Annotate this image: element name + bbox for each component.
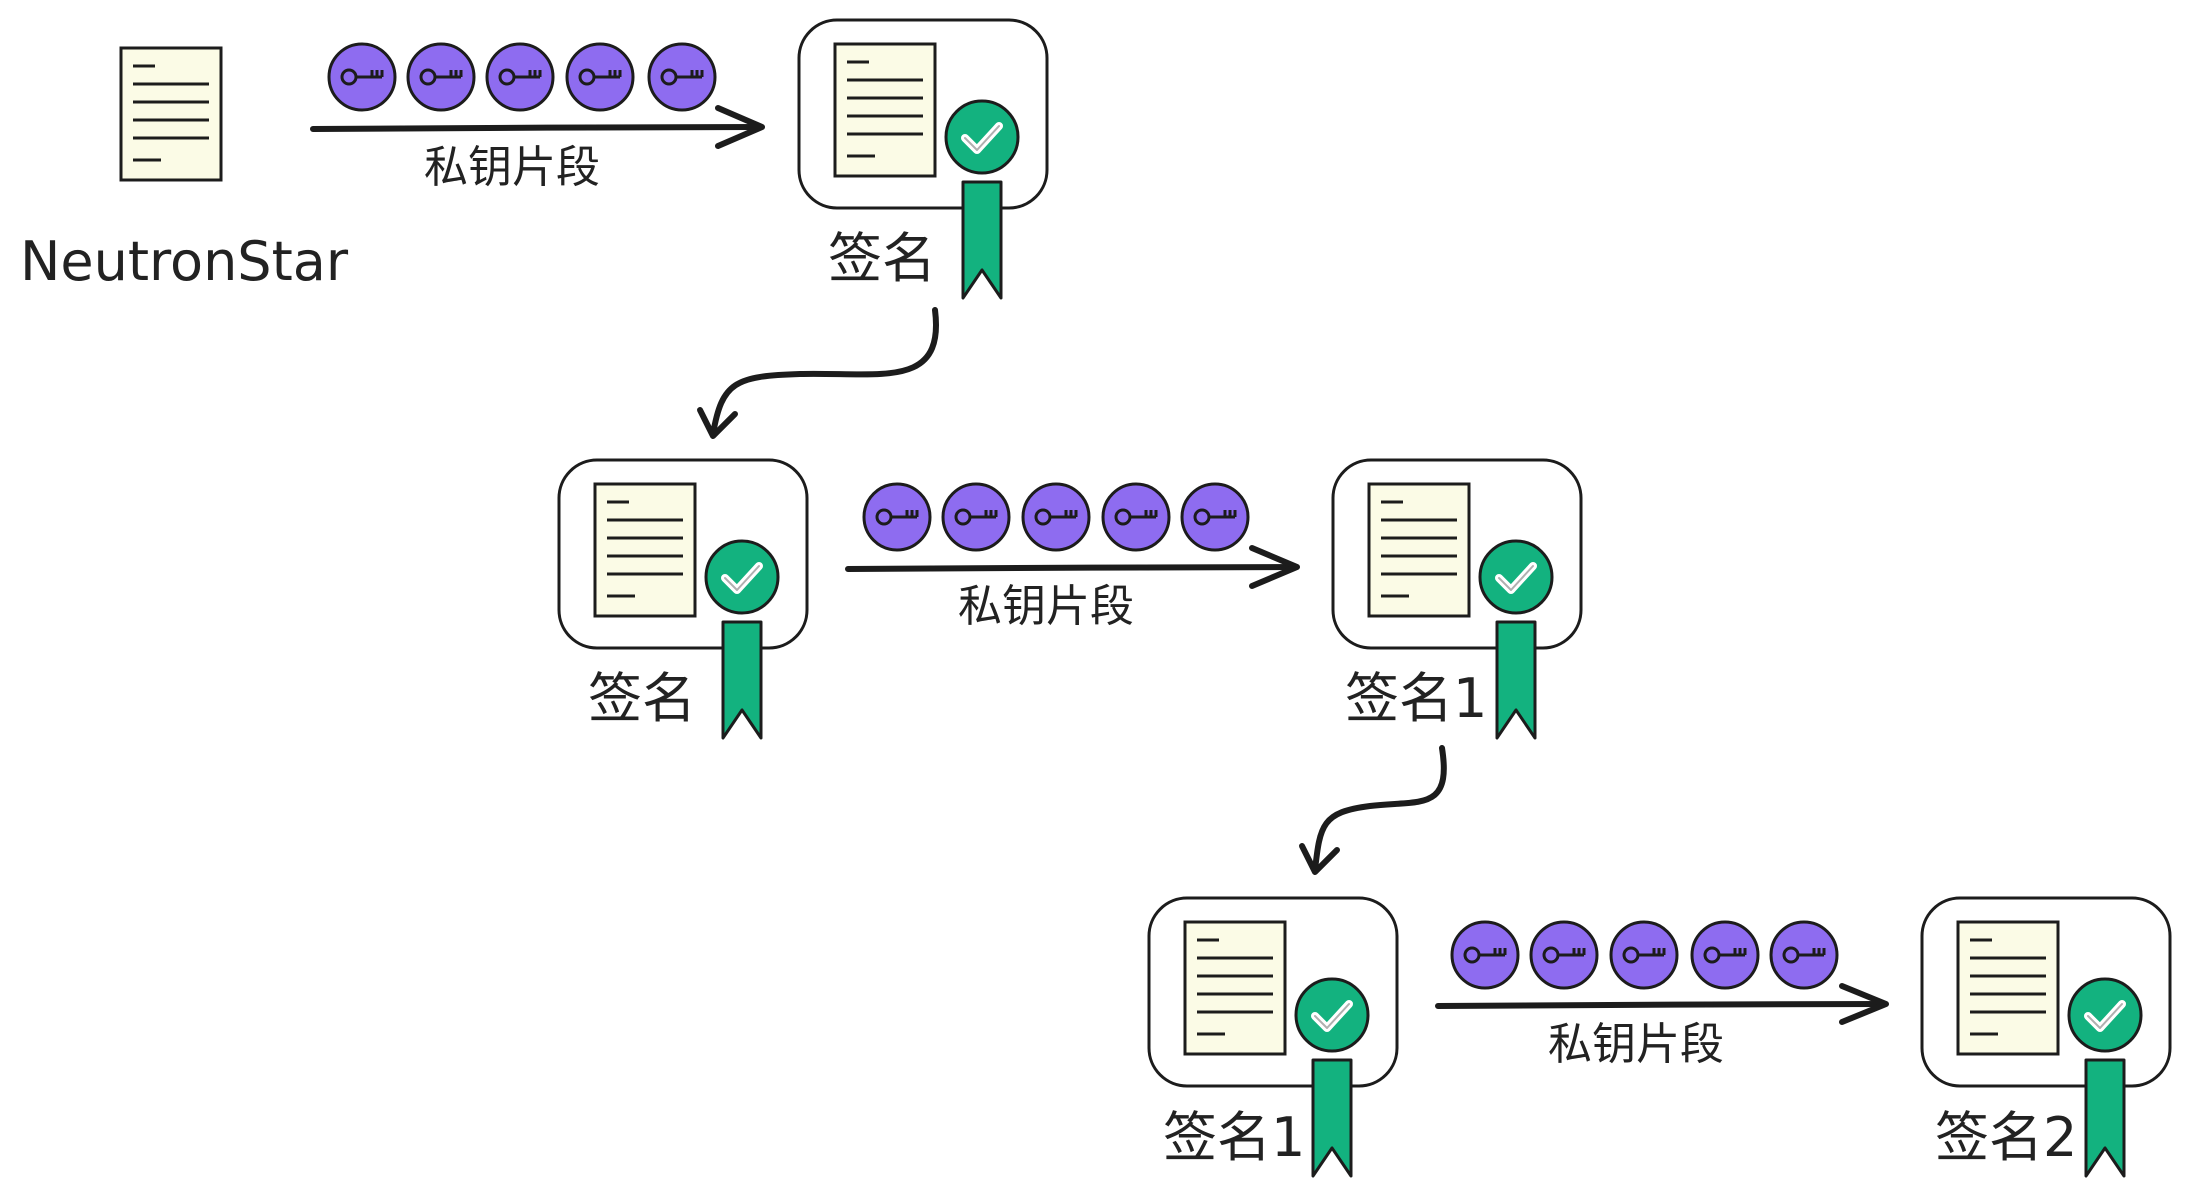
key-icon: [565, 42, 635, 112]
connector-2: [1299, 745, 1447, 875]
key-group-2: [862, 482, 1250, 552]
certificate-1-label: 签名: [828, 227, 936, 290]
row-3: 签名1 私钥片段 签名2: [1149, 898, 2170, 1176]
certificate-3-input: 签名1: [1149, 898, 1397, 1176]
key-group-3: [1450, 920, 1839, 990]
key-group-1: [327, 42, 717, 112]
edge-label-2: 私钥片段: [958, 581, 1134, 632]
certificate-3-output: 签名2: [1922, 898, 2170, 1176]
certificate-1: 签名: [799, 20, 1047, 298]
certificate-2-output-label: 签名1: [1345, 667, 1487, 730]
connector-1: [697, 307, 940, 439]
key-icon: [941, 482, 1011, 552]
key-icon: [647, 42, 717, 112]
key-icon: [862, 482, 932, 552]
key-icon: [1529, 920, 1599, 990]
certificate-3-input-label: 签名1: [1163, 1106, 1305, 1169]
key-icon: [1609, 920, 1679, 990]
source-document: NeutronStar: [20, 46, 349, 293]
edge-label-1: 私钥片段: [424, 142, 600, 193]
source-label: NeutronStar: [20, 230, 349, 293]
certificate-2-output: 签名1: [1333, 460, 1581, 738]
key-icon: [1450, 920, 1520, 990]
row-2: 签名 私钥片段 签名1: [559, 460, 1581, 738]
row-1: NeutronStar 私钥片段 签名: [20, 20, 1047, 298]
arrow-1: [310, 105, 765, 149]
key-icon: [1769, 920, 1839, 990]
certificate-2-input: 签名: [559, 460, 807, 738]
key-icon: [1021, 482, 1091, 552]
certificate-3-output-label: 签名2: [1935, 1106, 2077, 1169]
document-icon: [119, 46, 223, 182]
key-icon: [1101, 482, 1171, 552]
key-icon: [1690, 920, 1760, 990]
key-icon: [406, 42, 476, 112]
key-icon: [485, 42, 555, 112]
signature-chain-diagram: NeutronStar 私钥片段 签名 签名 私钥片段 签名1 签名1 私钥片段…: [20, 0, 2185, 1192]
key-icon: [327, 42, 397, 112]
certificate-2-input-label: 签名: [588, 667, 696, 730]
arrow-3: [1435, 983, 1889, 1025]
key-icon: [1180, 482, 1250, 552]
edge-label-3: 私钥片段: [1548, 1019, 1724, 1070]
